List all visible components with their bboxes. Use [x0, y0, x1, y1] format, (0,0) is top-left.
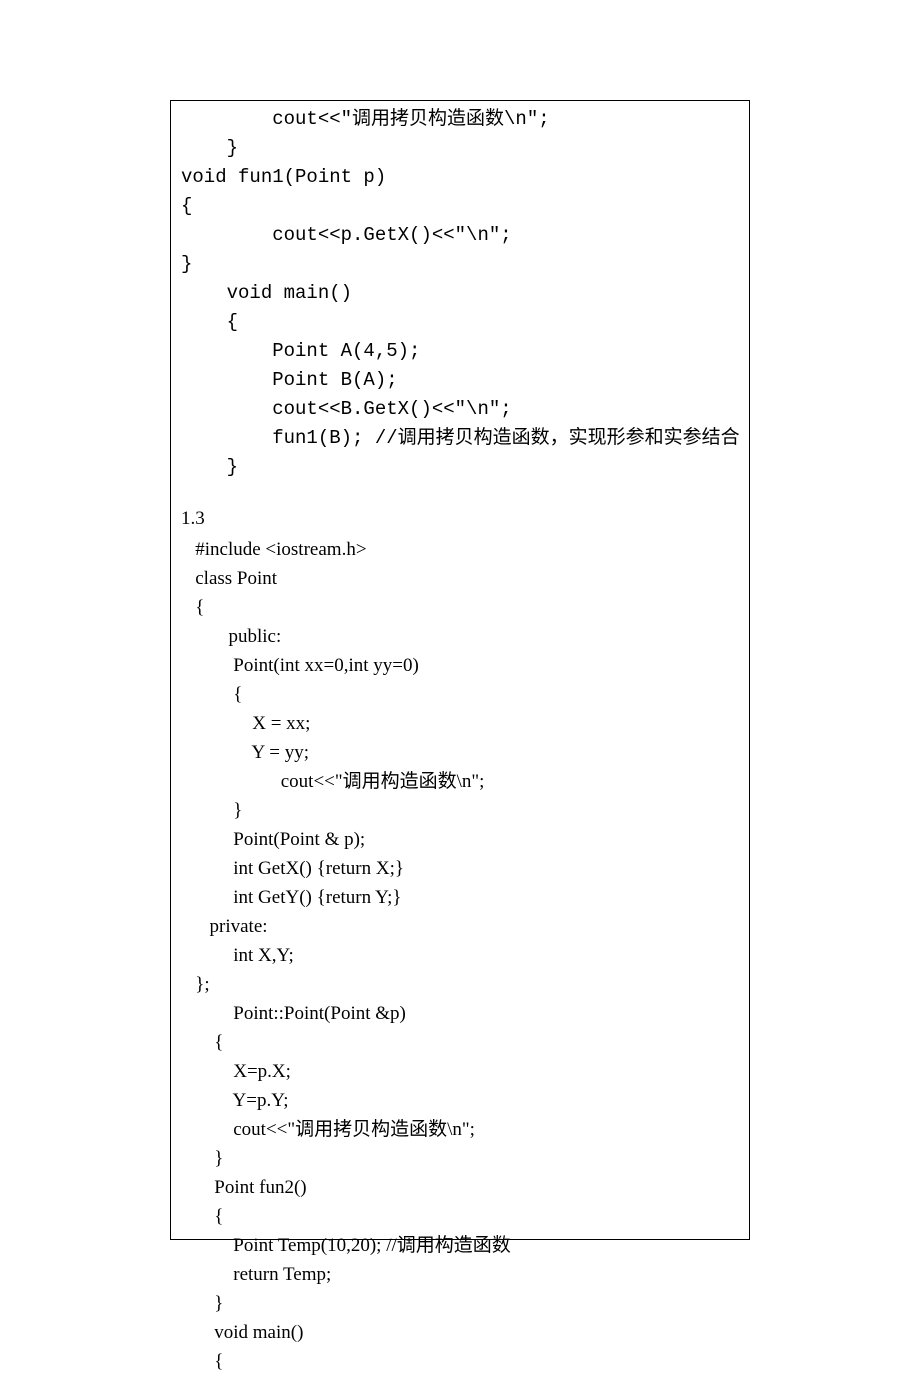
code-line: cout<<B.GetX()<<"\n";: [181, 395, 739, 424]
document-page: cout<<"调用拷贝构造函数\n"; }void fun1(Point p){…: [0, 0, 920, 1302]
code-line: }: [181, 796, 739, 825]
code-line: Point::Point(Point &p): [181, 999, 739, 1028]
code-line: Y=p.Y;: [181, 1086, 739, 1115]
code-line: Point A(4,5);: [181, 337, 739, 366]
code-container: cout<<"调用拷贝构造函数\n"; }void fun1(Point p){…: [170, 100, 750, 1240]
code-line: {: [181, 192, 739, 221]
code-line: class Point: [181, 564, 739, 593]
code-line: };: [181, 970, 739, 999]
code-line: cout<<"调用构造函数\n";: [181, 767, 739, 796]
code-line: {: [181, 1202, 739, 1231]
code-line: Point B(A);: [181, 366, 739, 395]
code-line: Point(Point & p);: [181, 825, 739, 854]
code-line: X=p.X;: [181, 1057, 739, 1086]
code-line: void main(): [181, 1318, 739, 1347]
code-line: fun1(B); //调用拷贝构造函数，实现形参和实参结合: [181, 424, 739, 453]
code-line: cout<<p.GetX()<<"\n";: [181, 221, 739, 250]
code-line: X = xx;: [181, 709, 739, 738]
code-line: public:: [181, 622, 739, 651]
code-line: {: [181, 593, 739, 622]
code-line: Point fun2(): [181, 1173, 739, 1202]
code-line: void main(): [181, 279, 739, 308]
code-line: int X,Y;: [181, 941, 739, 970]
code-line: }: [181, 134, 739, 163]
code-line: int GetX() {return X;}: [181, 854, 739, 883]
code-line: }: [181, 250, 739, 279]
code-line: {: [181, 1028, 739, 1057]
section-label: 1.3: [181, 504, 739, 533]
code-line: return Temp;: [181, 1260, 739, 1289]
code-line: void fun1(Point p): [181, 163, 739, 192]
code-line: }: [181, 1289, 739, 1318]
code-block-2: #include <iostream.h> class Point { publ…: [181, 535, 739, 1376]
code-line: private:: [181, 912, 739, 941]
code-line: Y = yy;: [181, 738, 739, 767]
code-line: #include <iostream.h>: [181, 535, 739, 564]
code-line: {: [181, 1347, 739, 1376]
code-line: Point(int xx=0,int yy=0): [181, 651, 739, 680]
code-line: {: [181, 680, 739, 709]
code-line: {: [181, 308, 739, 337]
code-line: cout<<"调用拷贝构造函数\n";: [181, 105, 739, 134]
code-block-1: cout<<"调用拷贝构造函数\n"; }void fun1(Point p){…: [181, 105, 739, 482]
code-line: }: [181, 453, 739, 482]
code-line: }: [181, 1144, 739, 1173]
code-line: Point Temp(10,20); //调用构造函数: [181, 1231, 739, 1260]
code-line: int GetY() {return Y;}: [181, 883, 739, 912]
code-line: cout<<"调用拷贝构造函数\n";: [181, 1115, 739, 1144]
